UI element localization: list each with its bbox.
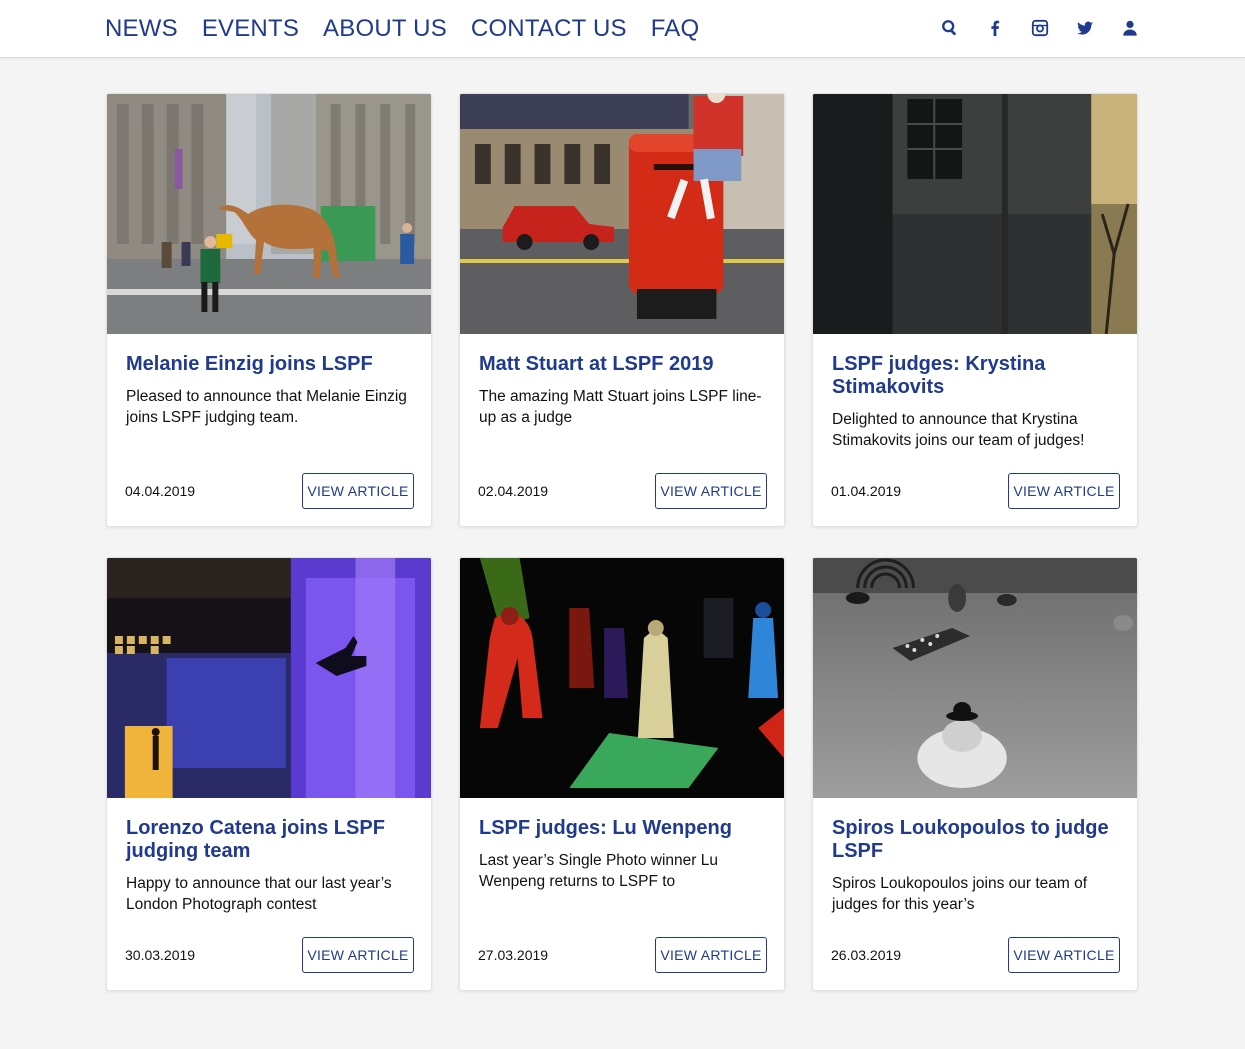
news-card: Melanie Einzig joins LSPF Pleased to ann…	[106, 93, 432, 527]
article-excerpt: Happy to announce that our last year’s L…	[126, 875, 392, 913]
article-excerpt: Delighted to announce that Krystina Stim…	[832, 411, 1085, 449]
card-body: LSPF judges: Lu Wenpeng Last year’s Sing…	[479, 817, 766, 892]
article-date: 02.04.2019	[478, 483, 549, 499]
search-icon[interactable]	[941, 17, 959, 39]
article-title[interactable]: Matt Stuart at LSPF 2019	[479, 353, 766, 376]
card-body: Matt Stuart at LSPF 2019 The amazing Mat…	[479, 353, 766, 428]
article-title[interactable]: LSPF judges: Krystina Stimakovits	[832, 353, 1119, 399]
article-date: 27.03.2019	[478, 947, 549, 963]
article-excerpt: Last year’s Single Photo winner Lu Wenpe…	[479, 852, 718, 890]
article-title[interactable]: Melanie Einzig joins LSPF	[126, 353, 413, 376]
view-article-button[interactable]: VIEW ARTICLE	[1008, 937, 1120, 973]
twitter-icon[interactable]	[1076, 17, 1094, 39]
article-photo[interactable]	[460, 558, 784, 798]
view-article-button[interactable]: VIEW ARTICLE	[1008, 473, 1120, 509]
article-photo[interactable]	[107, 94, 431, 334]
view-article-button[interactable]: VIEW ARTICLE	[302, 473, 414, 509]
article-title[interactable]: Lorenzo Catena joins LSPF judging team	[126, 817, 413, 863]
view-article-button[interactable]: VIEW ARTICLE	[655, 473, 767, 509]
article-excerpt: Spiros Loukopoulos joins our team of jud…	[832, 875, 1088, 913]
article-excerpt: The amazing Matt Stuart joins LSPF line-…	[479, 388, 762, 426]
top-navigation-bar: NEWS EVENTS ABOUT US CONTACT US FAQ	[0, 0, 1245, 58]
nav-about-us[interactable]: ABOUT US	[323, 14, 447, 44]
nav-events[interactable]: EVENTS	[202, 14, 299, 44]
nav-contact-us[interactable]: CONTACT US	[471, 14, 627, 44]
nav-news[interactable]: NEWS	[105, 14, 178, 44]
card-body: Melanie Einzig joins LSPF Pleased to ann…	[126, 353, 413, 428]
instagram-icon[interactable]	[1031, 17, 1049, 39]
article-photo[interactable]	[460, 94, 784, 334]
news-card: LSPF judges: Lu Wenpeng Last year’s Sing…	[459, 557, 785, 991]
news-card: Spiros Loukopoulos to judge LSPF Spiros …	[812, 557, 1138, 991]
nav-faq[interactable]: FAQ	[651, 14, 700, 44]
header-icons	[941, 17, 1139, 39]
article-excerpt: Pleased to announce that Melanie Einzig …	[126, 388, 407, 426]
news-card: LSPF judges: Krystina Stimakovits Deligh…	[812, 93, 1138, 527]
card-body: Lorenzo Catena joins LSPF judging team H…	[126, 817, 413, 915]
news-card: Matt Stuart at LSPF 2019 The amazing Mat…	[459, 93, 785, 527]
article-photo[interactable]	[813, 94, 1137, 334]
article-photo[interactable]	[107, 558, 431, 798]
main-nav: NEWS EVENTS ABOUT US CONTACT US FAQ	[105, 14, 699, 44]
view-article-button[interactable]: VIEW ARTICLE	[302, 937, 414, 973]
view-article-button[interactable]: VIEW ARTICLE	[655, 937, 767, 973]
card-body: Spiros Loukopoulos to judge LSPF Spiros …	[832, 817, 1119, 915]
news-card: Lorenzo Catena joins LSPF judging team H…	[106, 557, 432, 991]
facebook-icon[interactable]	[986, 17, 1004, 39]
article-title[interactable]: LSPF judges: Lu Wenpeng	[479, 817, 766, 840]
article-photo[interactable]	[813, 558, 1137, 798]
article-date: 26.03.2019	[831, 947, 902, 963]
news-grid: Melanie Einzig joins LSPF Pleased to ann…	[106, 93, 1138, 991]
article-date: 01.04.2019	[831, 483, 902, 499]
article-date: 04.04.2019	[125, 483, 196, 499]
article-date: 30.03.2019	[125, 947, 196, 963]
article-title[interactable]: Spiros Loukopoulos to judge LSPF	[832, 817, 1119, 863]
card-body: LSPF judges: Krystina Stimakovits Deligh…	[832, 353, 1119, 451]
user-icon[interactable]	[1121, 17, 1139, 39]
